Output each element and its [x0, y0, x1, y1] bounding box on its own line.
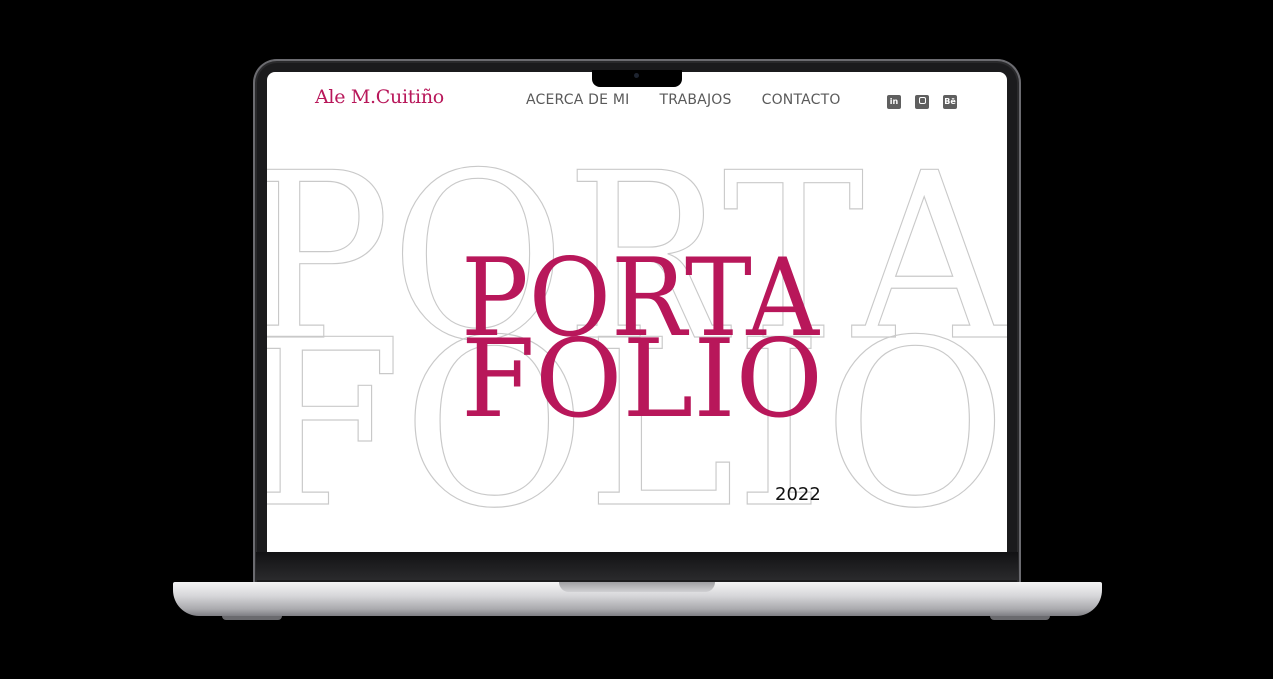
- hero-title-line2: FOLIO: [461, 317, 823, 442]
- laptop-foot-right: [990, 616, 1050, 620]
- camera-icon: [634, 73, 639, 78]
- screen: Ale M.Cuitiño ACERCA DE MI TRABAJOS CONT…: [267, 72, 1007, 552]
- laptop-base: [173, 582, 1102, 616]
- hero-year: 2022: [775, 484, 821, 505]
- camera-notch: [592, 70, 682, 87]
- laptop-foot-left: [222, 616, 282, 620]
- hero-title: PORTA FOLIO: [461, 236, 823, 442]
- base-notch: [559, 582, 715, 592]
- bottom-bezel: [256, 552, 1018, 580]
